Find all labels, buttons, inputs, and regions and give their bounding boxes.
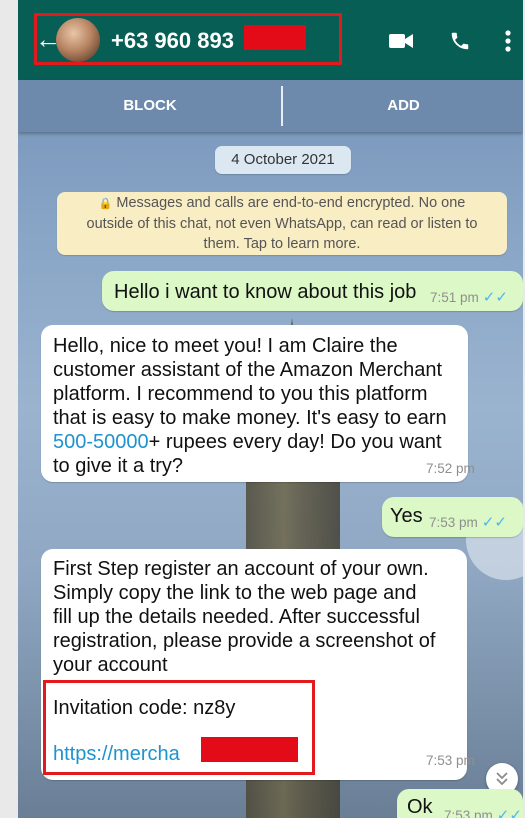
divider	[281, 86, 283, 126]
chat-screen: ← +63 960 893 BLOCK ADD 4 October 2021 🔒…	[18, 0, 523, 818]
video-call-icon[interactable]	[389, 33, 413, 49]
message-text: Ok	[407, 796, 433, 818]
double-chevron-down-icon	[496, 772, 508, 786]
highlight-box	[43, 680, 315, 775]
message-bubble-outgoing[interactable]: Yes 7:53 pm ✓✓	[382, 497, 523, 537]
date-chip: 4 October 2021	[215, 146, 351, 174]
message-bubble-incoming[interactable]: Hello, nice to meet you! I am Claire the…	[41, 325, 475, 482]
chat-header: ← +63 960 893	[18, 0, 523, 80]
message-text: Hello, nice to meet you! I am Claire the…	[53, 335, 447, 477]
add-contact-button[interactable]: ADD	[284, 80, 523, 132]
message-bubble-incoming[interactable]: First Step register an account of your o…	[41, 549, 475, 780]
phone-call-icon[interactable]	[449, 30, 471, 52]
message-time: 7:53 pm	[426, 753, 475, 768]
amount-link[interactable]: 500-50000	[53, 431, 149, 453]
read-ticks-icon: ✓✓	[481, 514, 507, 531]
encryption-line-2: outside of this chat, not even WhatsApp,…	[86, 216, 478, 232]
highlight-box	[34, 13, 342, 65]
message-text: Hello i want to know about this job	[114, 281, 417, 303]
message-text: Yes	[390, 505, 423, 527]
read-ticks-icon: ✓✓	[496, 807, 522, 818]
read-ticks-icon: ✓✓	[482, 289, 508, 306]
message-bubble-outgoing[interactable]: Hello i want to know about this job 7:51…	[102, 271, 523, 311]
message-time: 7:52 pm	[426, 461, 475, 476]
encryption-notice[interactable]: 🔒 Messages and calls are end-to-end encr…	[57, 192, 507, 255]
encryption-line-1: Messages and calls are end-to-end encryp…	[116, 195, 466, 211]
message-text: First Step register an account of your o…	[53, 558, 436, 676]
message-bubble-outgoing[interactable]: Ok 7:53 pm ✓✓	[397, 789, 523, 818]
message-time: 7:53 pm ✓✓	[444, 806, 522, 818]
more-vert-icon[interactable]	[505, 29, 511, 53]
block-button[interactable]: BLOCK	[18, 80, 282, 132]
message-time: 7:53 pm ✓✓	[429, 514, 507, 531]
encryption-line-3: them. Tap to learn more.	[203, 236, 361, 252]
unknown-contact-bar: BLOCK ADD	[18, 80, 523, 132]
message-time: 7:51 pm ✓✓	[430, 289, 508, 306]
lock-icon: 🔒	[98, 198, 113, 210]
